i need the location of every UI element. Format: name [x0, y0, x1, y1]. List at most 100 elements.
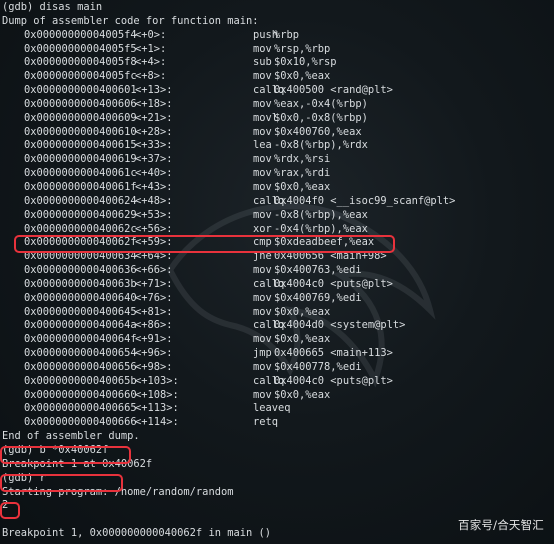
asm-row: 0x0000000000400609 <+21>: movl $0x0,-0x8(%r… [2, 112, 554, 126]
gdb-run-command: (gdb) r [2, 471, 46, 484]
asm-offset: <+48>: [135, 194, 173, 207]
asm-mnemonic: mov [253, 167, 272, 180]
asm-address: 0x000000000040063b [24, 277, 137, 290]
dump-footer: End of assembler dump. [2, 430, 140, 443]
asm-row: 0x00000000004005fc <+8>: mov $0x0,%eax [2, 70, 554, 84]
asm-mnemonic: jmp [253, 347, 272, 360]
asm-address: 0x000000000040064f [24, 333, 137, 346]
asm-operands: 0x400656 <main+98> [274, 250, 387, 263]
asm-row: 0x00000000004005f4 <+0>: push %rbp [2, 29, 554, 43]
asm-mnemonic: mov [253, 180, 272, 193]
asm-address: 0x0000000000400606 [24, 97, 137, 110]
asm-operands: 0x4004c0 <puts@plt> [274, 374, 393, 387]
asm-row: 0x0000000000400645 <+81>: mov $0x0,%eax [2, 306, 554, 320]
asm-offset: <+71>: [135, 277, 173, 290]
asm-operands: $0xdeadbeef,%eax [274, 236, 375, 249]
gdb-command-line: (gdb) disas main [2, 1, 103, 13]
source-watermark: 百家号/合天智汇 [458, 518, 544, 533]
asm-row: 0x0000000000400619 <+37>: mov %rdx,%rsi [2, 153, 554, 167]
asm-offset: <+114>: [135, 416, 179, 429]
asm-mnemonic: mov [253, 70, 272, 83]
asm-row: 0x000000000040065b <+103>: callq 0x4004c0 <… [2, 375, 554, 389]
asm-mnemonic: leaveq [253, 402, 291, 415]
terminal-window[interactable]: (gdb) disas main Dump of assembler code … [0, 0, 554, 544]
asm-row: 0x0000000000400634 <+64>: jne 0x400656 <mai… [2, 250, 554, 264]
asm-operands: %rax,%rdi [274, 167, 331, 180]
asm-offset: <+53>: [135, 208, 173, 221]
asm-operands: %rdx,%rsi [274, 153, 331, 166]
asm-operands: -0x8(%rbp),%eax [274, 208, 368, 221]
asm-mnemonic: mov [253, 125, 272, 138]
user-input-value: 2 [2, 499, 9, 512]
asm-mnemonic: mov [253, 291, 272, 304]
asm-address: 0x000000000040064a [24, 319, 137, 332]
asm-operands: $0x400778,%edi [274, 360, 362, 373]
asm-operands: $0x400769,%edi [274, 291, 362, 304]
asm-row-breakpoint-target: 0x000000000040062f <+59>: cmp $0xdeadbeef,%… [2, 236, 554, 250]
asm-address: 0x000000000040062f [24, 236, 137, 249]
asm-row: 0x0000000000400666 <+114>: retq [2, 416, 554, 430]
asm-offset: <+33>: [135, 139, 173, 152]
dump-header: Dump of assembler code for function main… [2, 14, 259, 27]
breakpoint-set-message: Breakpoint 1 at 0x40062f [2, 457, 153, 470]
asm-operands: %rbp [274, 28, 300, 41]
asm-row: 0x00000000004005f8 <+4>: sub $0x10,%rsp [2, 56, 554, 70]
asm-offset: <+98>: [135, 360, 173, 373]
asm-operands: -0x8(%rbp),%rdx [274, 139, 368, 152]
asm-row: 0x0000000000400636 <+66>: mov $0x400763,%ed… [2, 264, 554, 278]
asm-address: 0x0000000000400636 [24, 264, 137, 277]
asm-mnemonic: retq [253, 416, 279, 429]
asm-offset: <+113>: [135, 402, 179, 415]
asm-address: 0x0000000000400665 [24, 402, 137, 415]
asm-row: 0x0000000000400660 <+108>: mov $0x0,%eax [2, 389, 554, 403]
asm-operands: 0x400665 <main+113> [274, 347, 393, 360]
asm-offset: <+43>: [135, 180, 173, 193]
asm-offset: <+81>: [135, 305, 173, 318]
asm-offset: <+0>: [135, 28, 167, 41]
asm-mnemonic: sub [253, 56, 272, 69]
asm-address: 0x0000000000400609 [24, 111, 137, 124]
asm-row: 0x0000000000400656 <+98>: mov $0x400778,%ed… [2, 361, 554, 375]
asm-operands: $0x0,%eax [274, 333, 331, 346]
asm-operands: 0x4004c0 <puts@plt> [274, 277, 393, 290]
asm-row: 0x000000000040061c <+40>: mov %rax,%rdi [2, 167, 554, 181]
asm-mnemonic: mov [253, 360, 272, 373]
asm-row: 0x00000000004005f5 <+1>: mov %rsp,%rbp [2, 43, 554, 57]
asm-address: 0x0000000000400624 [24, 194, 137, 207]
asm-offset: <+13>: [135, 84, 173, 97]
asm-row: 0x0000000000400606 <+18>: mov %eax,-0x4(%rb… [2, 98, 554, 112]
asm-operands: $0x400763,%edi [274, 264, 362, 277]
asm-row: 0x000000000040064f <+91>: mov $0x0,%eax [2, 333, 554, 347]
asm-operands: %eax,-0x4(%rbp) [274, 97, 368, 110]
asm-row: 0x0000000000400640 <+76>: mov $0x400769,%ed… [2, 292, 554, 306]
asm-address: 0x000000000040061f [24, 180, 137, 193]
asm-row: 0x0000000000400654 <+96>: jmp 0x400665 <mai… [2, 347, 554, 361]
asm-offset: <+76>: [135, 291, 173, 304]
asm-offset: <+91>: [135, 333, 173, 346]
asm-offset: <+8>: [135, 70, 167, 83]
asm-address: 0x0000000000400615 [24, 139, 137, 152]
asm-mnemonic: jne [253, 250, 272, 263]
asm-offset: <+64>: [135, 250, 173, 263]
starting-program-message: Starting program: /home/random/random [2, 485, 234, 498]
asm-address: 0x0000000000400645 [24, 305, 137, 318]
asm-address: 0x000000000040061c [24, 167, 137, 180]
asm-row: 0x000000000040062c <+56>: xor -0x4(%rbp),%e… [2, 223, 554, 237]
asm-row: 0x0000000000400610 <+28>: mov $0x400760,%ea… [2, 126, 554, 140]
asm-row: 0x0000000000400629 <+53>: mov -0x8(%rbp),%e… [2, 209, 554, 223]
asm-operands: $0x0,%eax [274, 70, 331, 83]
asm-address: 0x0000000000400654 [24, 347, 137, 360]
asm-offset: <+28>: [135, 125, 173, 138]
asm-address: 0x0000000000400610 [24, 125, 137, 138]
asm-offset: <+21>: [135, 111, 173, 124]
asm-mnemonic: xor [253, 222, 272, 235]
asm-address: 0x00000000004005f8 [24, 56, 137, 69]
asm-row: 0x000000000040061f <+43>: mov $0x0,%eax [2, 181, 554, 195]
asm-operands: -0x4(%rbp),%eax [274, 222, 368, 235]
terminal-output: (gdb) disas main Dump of assembler code … [2, 1, 554, 541]
asm-offset: <+96>: [135, 347, 173, 360]
asm-mnemonic: mov [253, 153, 272, 166]
asm-operands: $0x10,%rsp [274, 56, 337, 69]
asm-address: 0x0000000000400640 [24, 291, 137, 304]
asm-address: 0x00000000004005f4 [24, 28, 137, 41]
